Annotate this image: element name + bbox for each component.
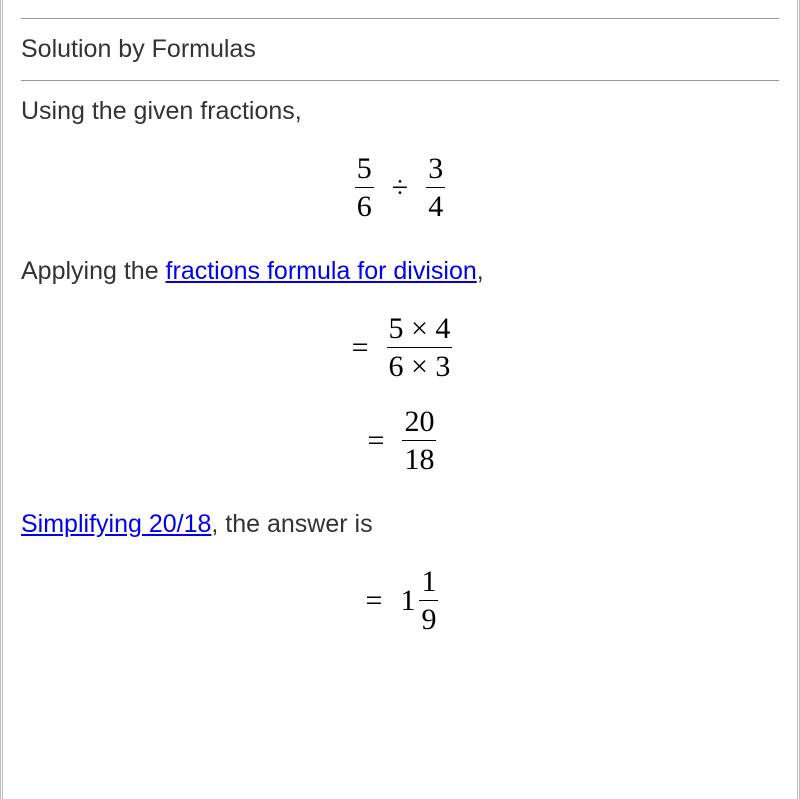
applying-pre: Applying the	[21, 257, 166, 285]
numerator: 5	[355, 152, 374, 187]
intro-text: Using the given fractions,	[21, 81, 779, 134]
denominator: 6	[355, 187, 374, 223]
numerator: 1	[419, 565, 438, 600]
document-content: Solution by Formulas Using the given fra…	[13, 0, 787, 799]
simplify-post: , the answer is	[211, 510, 372, 538]
equals-sign: =	[364, 424, 389, 458]
denominator: 4	[426, 187, 445, 223]
fraction-5-6: 5 6	[355, 152, 374, 223]
denominator: 18	[402, 440, 436, 476]
equation-3: = 20 18	[21, 401, 779, 494]
whole-part: 1	[400, 584, 415, 618]
fraction-1-9: 1 9	[419, 565, 438, 636]
fraction-20-18: 20 18	[402, 405, 436, 476]
numerator: 20	[402, 405, 436, 440]
equals-sign: =	[348, 331, 373, 365]
simplify-link[interactable]: Simplifying 20/18	[21, 510, 211, 538]
document-frame: Solution by Formulas Using the given fra…	[0, 0, 800, 799]
equation-2: = 5 × 4 6 × 3	[21, 294, 779, 401]
equals-sign: =	[362, 584, 387, 618]
fraction-5x4-6x3: 5 × 4 6 × 3	[387, 312, 453, 383]
denominator: 6 × 3	[387, 347, 453, 383]
equation-4: = 1 1 9	[21, 547, 779, 654]
fractions-formula-link[interactable]: fractions formula for division	[166, 257, 477, 285]
applying-text: Applying the fractions formula for divis…	[21, 241, 779, 294]
simplify-text: Simplifying 20/18, the answer is	[21, 494, 779, 547]
mixed-number: 1 1 9	[400, 565, 438, 636]
numerator: 5 × 4	[387, 312, 453, 347]
numerator: 3	[426, 152, 445, 187]
divide-operator: ÷	[388, 171, 412, 205]
fraction-3-4: 3 4	[426, 152, 445, 223]
denominator: 9	[419, 600, 438, 636]
equation-1: 5 6 ÷ 3 4	[21, 134, 779, 241]
section-title: Solution by Formulas	[21, 19, 779, 80]
applying-post: ,	[477, 257, 484, 285]
